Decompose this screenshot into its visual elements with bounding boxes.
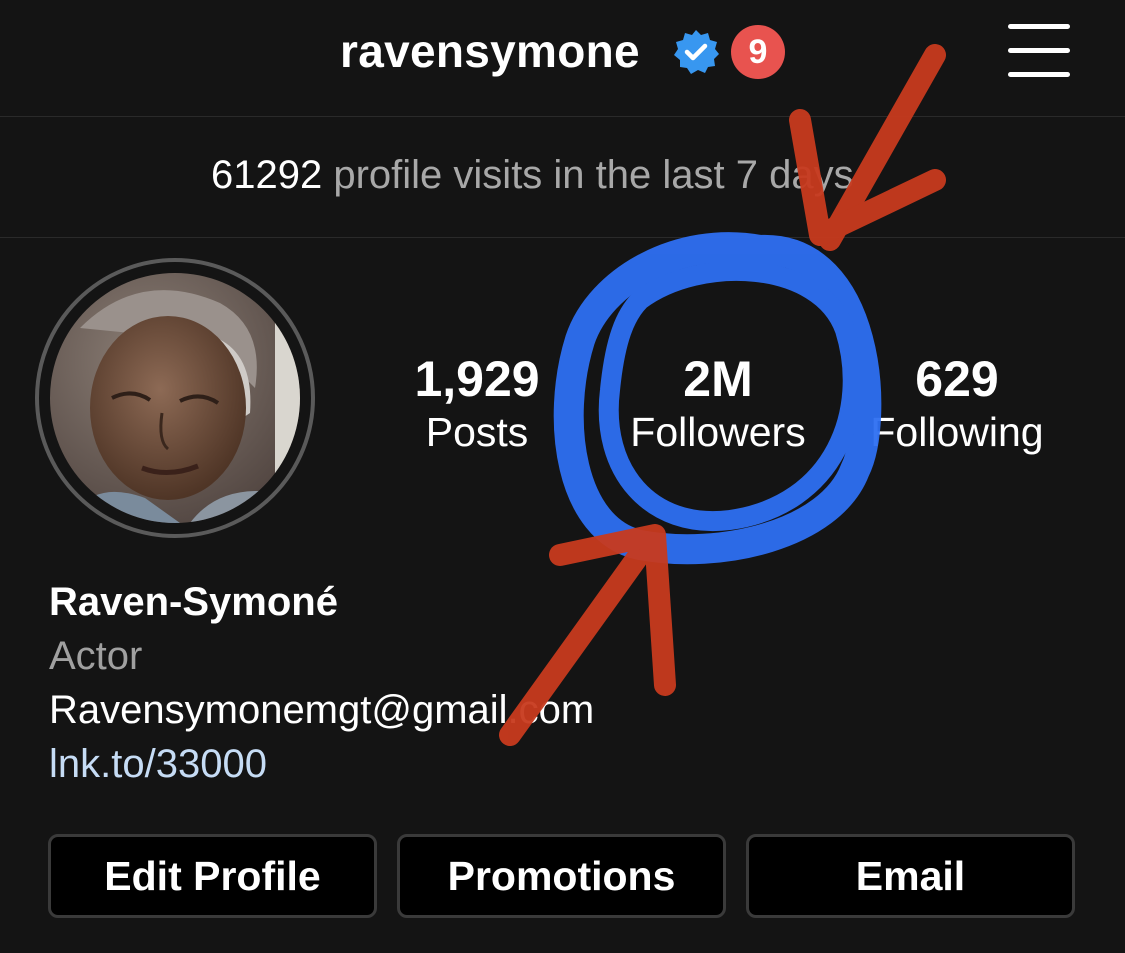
bio-category: Actor [49, 634, 143, 678]
verified-badge-icon [674, 30, 719, 74]
stat-following[interactable]: 629 Following [860, 351, 1054, 457]
email-button[interactable]: Email [746, 834, 1075, 918]
stat-followers[interactable]: 2M Followers [616, 351, 820, 457]
profile-visits-line: 61292 profile visits in the last 7 days [211, 153, 854, 198]
avatar-image [50, 273, 300, 523]
stat-following-label: Following [870, 409, 1044, 455]
profile-visits-banner[interactable]: 61292 profile visits in the last 7 days [0, 117, 1125, 238]
stat-posts-label: Posts [425, 409, 529, 455]
profile-header: ravensymone 9 [0, 0, 1125, 117]
profile-visits-text: profile visits in the last 7 days [333, 153, 854, 197]
hamburger-menu-icon[interactable] [1004, 20, 1076, 82]
stat-followers-value: 2M [683, 351, 753, 407]
profile-username: ravensymone [340, 25, 640, 77]
promotions-button[interactable]: Promotions [397, 834, 726, 918]
profile-visits-count: 61292 [211, 153, 323, 197]
stat-followers-label: Followers [630, 409, 806, 455]
bio-email[interactable]: Ravensymonemgt@gmail.com [49, 688, 594, 733]
notification-badge[interactable]: 9 [731, 25, 785, 79]
stat-posts-value: 1,929 [414, 351, 540, 407]
edit-profile-button[interactable]: Edit Profile [48, 834, 377, 918]
avatar[interactable] [50, 273, 300, 523]
stat-posts[interactable]: 1,929 Posts [400, 351, 554, 457]
bio-display-name: Raven-Symoné [49, 580, 338, 624]
stat-following-value: 629 [915, 351, 999, 407]
bio-link[interactable]: lnk.to/33000 [49, 742, 267, 787]
